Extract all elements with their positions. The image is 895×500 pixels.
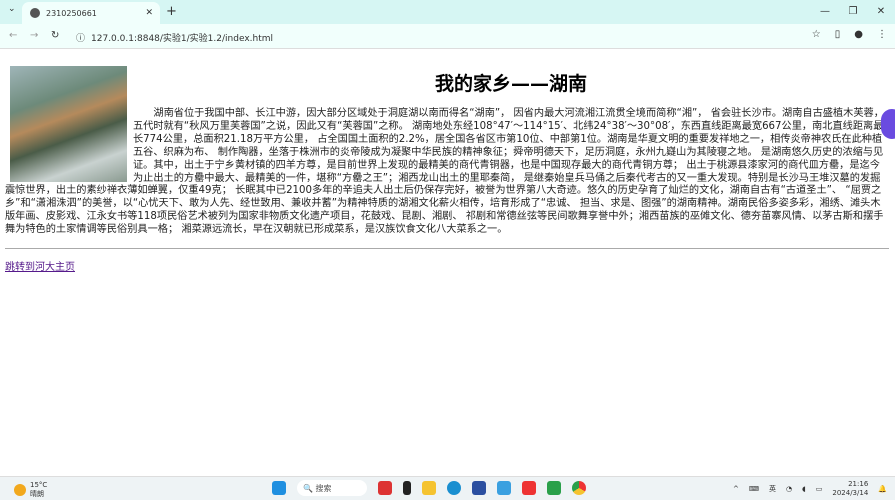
taskbar-search[interactable]: 🔍 搜索 bbox=[297, 480, 367, 496]
start-icon[interactable] bbox=[272, 481, 286, 495]
time: 21:16 bbox=[848, 480, 869, 488]
wifi-icon[interactable]: ◔ bbox=[786, 485, 792, 493]
floating-assistant-icon[interactable] bbox=[881, 109, 895, 139]
battery-icon[interactable]: ▭ bbox=[816, 485, 823, 493]
globe-icon bbox=[30, 8, 40, 18]
hunan-landscape-image bbox=[10, 66, 127, 182]
forward-icon[interactable]: → bbox=[30, 30, 38, 41]
page-title: 我的家乡——湖南 bbox=[434, 73, 587, 95]
tab-bar: ⌄ 2310250661 ✕ + — ❐ ✕ bbox=[0, 0, 895, 24]
app-icon[interactable] bbox=[497, 481, 511, 495]
weather-text: 晴朗 bbox=[30, 490, 44, 498]
reload-icon[interactable]: ↻ bbox=[51, 30, 59, 41]
bookmark-star-icon[interactable]: ☆ bbox=[812, 29, 821, 40]
page-content: 我的家乡——湖南 湖南省位于我国中部、长江中游，因大部分区域处于洞庭湖以南而得名… bbox=[0, 49, 895, 476]
url-text[interactable]: 127.0.0.1:8848/实验1/实验1.2/index.html bbox=[91, 31, 273, 44]
close-tab-icon[interactable]: ✕ bbox=[145, 8, 153, 18]
tab-title: 2310250661 bbox=[46, 8, 97, 18]
divider bbox=[5, 248, 889, 250]
app-icon[interactable] bbox=[378, 481, 392, 495]
taskbar: 15°C 晴朗 🔍 搜索 ^ ⌨ 英 ◔ ◖ ▭ 21:16 2024/3/14 🔔 bbox=[0, 476, 895, 500]
wps-icon[interactable] bbox=[522, 481, 536, 495]
weather-icon bbox=[14, 484, 26, 496]
profile-icon[interactable]: ● bbox=[854, 29, 863, 40]
intro-paragraph: 湖南省位于我国中部、长江中游，因大部分区域处于洞庭湖以南而得名“湖南”， 因省内… bbox=[5, 108, 884, 236]
close-window-button[interactable]: ✕ bbox=[867, 0, 895, 24]
henu-homepage-link[interactable]: 跳转到河大主页 bbox=[5, 262, 75, 273]
volume-icon[interactable]: ◖ bbox=[802, 485, 806, 493]
tray-expand-icon[interactable]: ^ bbox=[733, 485, 739, 493]
back-icon[interactable]: ← bbox=[9, 30, 17, 41]
date: 2024/3/14 bbox=[832, 489, 869, 497]
minimize-button[interactable]: — bbox=[811, 0, 839, 24]
edge-icon[interactable] bbox=[447, 481, 461, 495]
ime-icon[interactable]: 英 bbox=[769, 484, 776, 494]
temperature: 15°C bbox=[30, 481, 48, 489]
address-bar-row: ← → ↻ ⓘ 127.0.0.1:8848/实验1/实验1.2/index.h… bbox=[0, 24, 895, 49]
keyboard-icon[interactable]: ⌨ bbox=[749, 485, 759, 493]
maximize-button[interactable]: ❐ bbox=[839, 0, 867, 24]
hbuilder-icon[interactable] bbox=[547, 481, 561, 495]
tab-search-icon[interactable]: ⌄ bbox=[8, 4, 16, 14]
file-explorer-icon[interactable] bbox=[422, 481, 436, 495]
new-tab-button[interactable]: + bbox=[166, 4, 177, 19]
store-icon[interactable] bbox=[472, 481, 486, 495]
app-icon[interactable] bbox=[403, 481, 411, 495]
weather-widget[interactable]: 15°C 晴朗 bbox=[14, 481, 47, 499]
url-field[interactable]: ⓘ 127.0.0.1:8848/实验1/实验1.2/index.html bbox=[76, 31, 273, 44]
info-icon[interactable]: ⓘ bbox=[76, 31, 85, 44]
menu-icon[interactable]: ⋮ bbox=[877, 29, 887, 40]
browser-tab[interactable]: 2310250661 ✕ bbox=[22, 2, 160, 24]
clock[interactable]: 21:16 2024/3/14 bbox=[832, 480, 868, 498]
search-placeholder: 搜索 bbox=[315, 483, 332, 493]
side-panel-icon[interactable]: ▯ bbox=[835, 29, 841, 40]
notification-icon[interactable]: 🔔 bbox=[878, 485, 887, 493]
chrome-icon[interactable] bbox=[572, 481, 586, 495]
